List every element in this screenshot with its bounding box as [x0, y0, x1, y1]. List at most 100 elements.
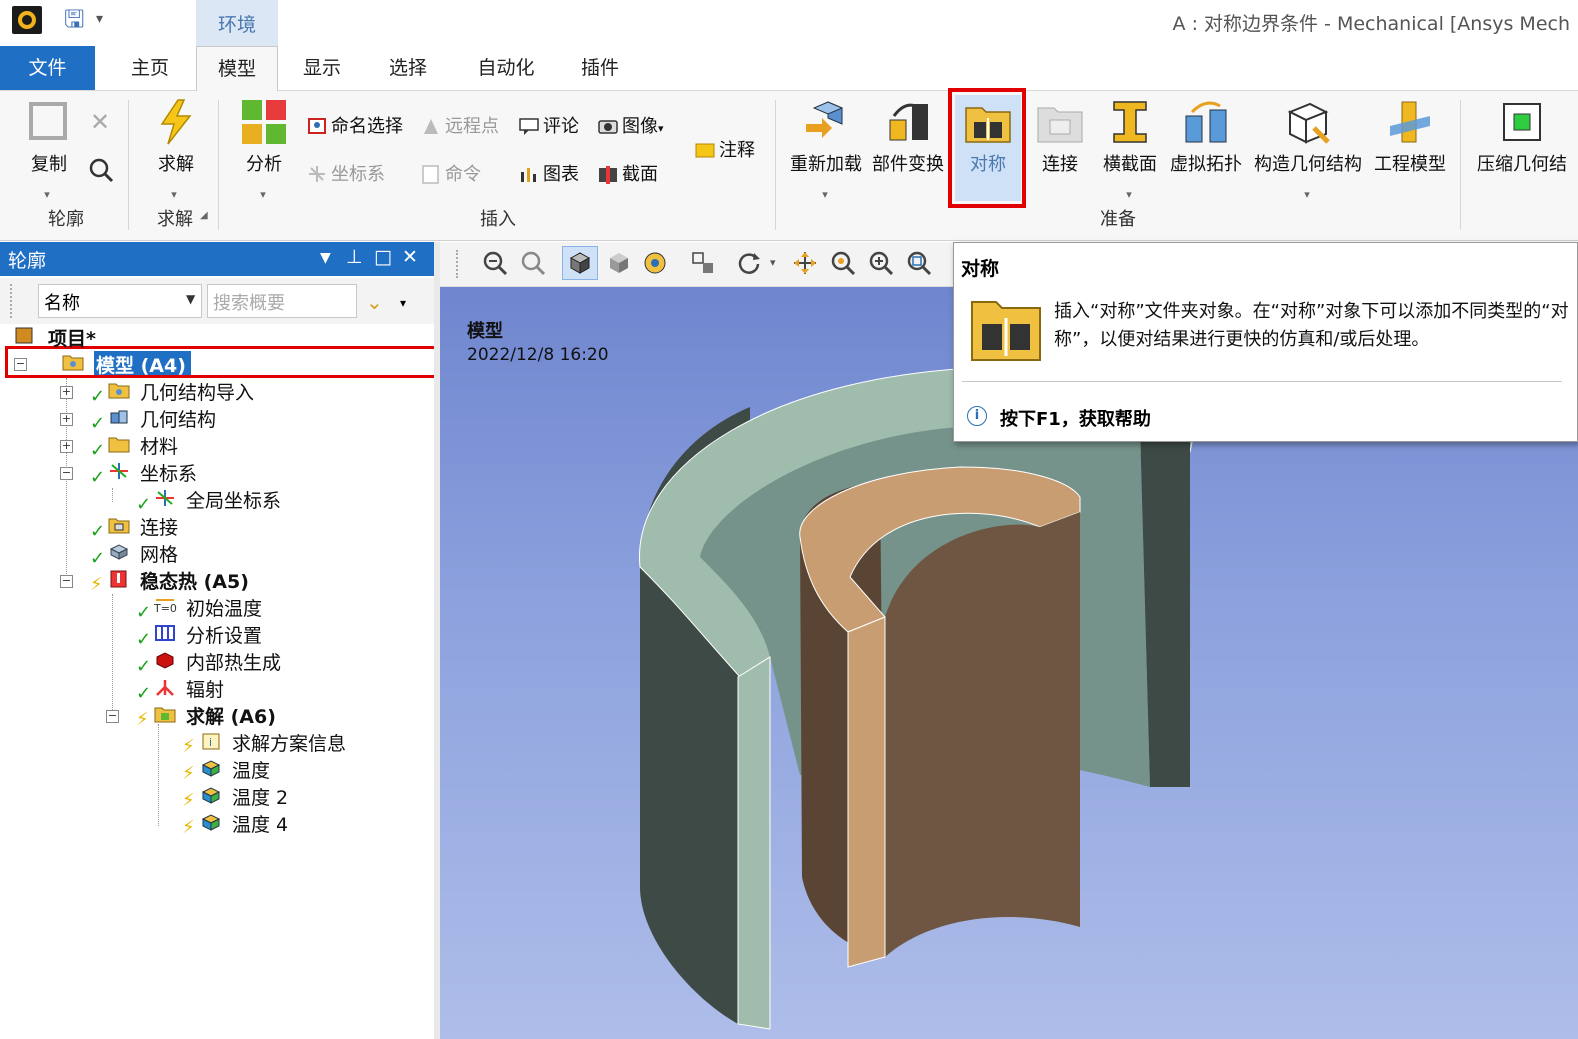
tree-node-model[interactable]: 模型 (A4): [96, 351, 186, 378]
pan-icon[interactable]: [792, 250, 818, 276]
rotate-icon[interactable]: [736, 250, 762, 276]
delete-icon[interactable]: ✕: [90, 108, 110, 136]
panel-menu-icon[interactable]: ▼: [320, 250, 331, 266]
collapse-toggle[interactable]: −: [60, 467, 73, 480]
tree-node-project[interactable]: 项目*: [48, 324, 96, 351]
tree-node-radiation[interactable]: 辐射: [186, 675, 224, 702]
annotation-button[interactable]: 注释: [694, 136, 755, 162]
tree-node-solution-information[interactable]: 求解方案信息: [232, 729, 346, 756]
image-dropdown-icon[interactable]: ▾: [658, 122, 664, 135]
condense-geometry-button[interactable]: 压缩几何结: [1472, 98, 1572, 176]
collapse-toggle[interactable]: −: [60, 575, 73, 588]
reload-button[interactable]: 重新加载: [788, 98, 864, 176]
reload-dropdown-icon[interactable]: ▾: [818, 188, 832, 201]
part-transform-icon: [884, 98, 932, 146]
part-transform-button[interactable]: 部件变换: [870, 98, 946, 176]
save-icon[interactable]: 🖫: [64, 6, 92, 32]
pin-icon[interactable]: ⊥: [346, 246, 363, 268]
solve-button[interactable]: 求解: [148, 98, 204, 176]
copy-button[interactable]: 复制: [20, 98, 78, 176]
close-icon[interactable]: ✕: [402, 246, 418, 268]
tree-node-solution[interactable]: 求解 (A6): [186, 702, 276, 729]
tab-selection[interactable]: 选择: [368, 46, 448, 90]
tree-line: [112, 594, 113, 718]
check-icon: ✓: [90, 467, 106, 488]
cross-section-button[interactable]: 横截面: [1098, 98, 1162, 176]
tree-node-connections[interactable]: 连接: [140, 513, 178, 540]
tree-node-internal-heat-generation[interactable]: 内部热生成: [186, 648, 281, 675]
toolbar-grip[interactable]: [456, 250, 466, 278]
expand-toggle[interactable]: +: [60, 440, 73, 453]
connection-folder-icon: [1036, 98, 1084, 146]
tab-automation[interactable]: 自动化: [460, 46, 552, 90]
tree-node-global-coordinate[interactable]: 全局坐标系: [186, 486, 281, 513]
tree-node-steady-state-thermal[interactable]: 稳态热 (A5): [140, 567, 249, 594]
construction-geometry-icon: [1284, 98, 1332, 146]
virtual-topology-button[interactable]: 虚拟拓扑: [1166, 98, 1246, 176]
tree-node-geometry-import[interactable]: 几何结构导入: [140, 378, 254, 405]
search-icon[interactable]: [88, 157, 114, 188]
coordinate-system-button[interactable]: 坐标系: [306, 160, 385, 186]
select-box-icon[interactable]: [690, 250, 716, 276]
collapse-toggle[interactable]: −: [14, 358, 27, 371]
image-button[interactable]: 图像▾: [597, 112, 664, 138]
copy-icon: [25, 98, 73, 146]
analysis-button[interactable]: 分析: [236, 98, 292, 176]
analysis-icon: [240, 98, 288, 146]
tree-node-temperature[interactable]: 温度: [232, 756, 270, 783]
filter-dropdown-icon[interactable]: ▾: [400, 296, 406, 310]
tab-display[interactable]: 显示: [282, 46, 362, 90]
section-button[interactable]: 截面: [597, 160, 658, 186]
solid-cube-icon[interactable]: [606, 250, 632, 276]
rotate-dropdown-icon[interactable]: ▾: [770, 256, 776, 269]
tree-node-geometry[interactable]: 几何结构: [140, 405, 216, 432]
expand-toggle[interactable]: +: [60, 413, 73, 426]
tree-node-materials[interactable]: 材料: [140, 432, 178, 459]
zoom-icon[interactable]: [830, 250, 856, 276]
zoom-to-fit-icon[interactable]: [906, 250, 932, 276]
tab-model[interactable]: 模型: [196, 46, 278, 92]
ansys-logo-icon[interactable]: [12, 6, 42, 34]
mesh-icon: [108, 543, 129, 561]
tree-node-initial-temperature[interactable]: 初始温度: [186, 594, 262, 621]
tab-home[interactable]: 主页: [110, 46, 190, 90]
construction-geometry-button[interactable]: 构造几何结构: [1252, 98, 1364, 176]
command-button[interactable]: 命令: [420, 160, 481, 186]
collapse-toggle[interactable]: −: [106, 710, 119, 723]
zoom-in-icon[interactable]: [482, 250, 508, 276]
tree-node-analysis-settings[interactable]: 分析设置: [186, 621, 262, 648]
box-zoom-icon[interactable]: [868, 250, 894, 276]
expand-toggle[interactable]: +: [60, 386, 73, 399]
analysis-dropdown-icon[interactable]: ▾: [256, 188, 270, 201]
comment-button[interactable]: 评论: [518, 112, 579, 138]
maximize-icon[interactable]: □: [374, 246, 392, 268]
chevron-down-icon: ▼: [186, 292, 196, 306]
connection-button[interactable]: 连接: [1032, 98, 1088, 176]
remote-point-button[interactable]: 远程点: [420, 112, 499, 138]
temperature-result-icon: [200, 813, 221, 831]
tree-node-mesh[interactable]: 网格: [140, 540, 178, 567]
chart-button[interactable]: 图表: [518, 160, 579, 186]
cross-section-dropdown-icon[interactable]: ▾: [1122, 188, 1136, 201]
zoom-out-icon[interactable]: [520, 250, 546, 276]
dialog-launcher-icon[interactable]: ◢: [200, 210, 208, 221]
named-selection-button[interactable]: 命名选择: [306, 112, 403, 138]
tree-node-temperature-4[interactable]: 温度 4: [232, 810, 288, 837]
group-label-outline: 轮廓: [48, 209, 84, 230]
global-coordinate-icon: [154, 489, 174, 507]
tree-node-coordinate-systems[interactable]: 坐标系: [140, 459, 197, 486]
check-icon: ✓: [136, 629, 152, 650]
coordinate-system-icon: [108, 462, 128, 480]
solve-dropdown-icon[interactable]: ▾: [167, 188, 181, 201]
toolbar-grip[interactable]: [10, 284, 28, 318]
tab-plugins[interactable]: 插件: [560, 46, 640, 90]
check-icon: ✓: [90, 413, 106, 434]
expand-filter-icon[interactable]: ⌄: [366, 290, 383, 314]
copy-dropdown-icon[interactable]: ▾: [40, 188, 54, 201]
tree-node-temperature-2[interactable]: 温度 2: [232, 783, 288, 810]
tab-file[interactable]: 文件: [0, 46, 95, 90]
quick-access-dropdown-icon[interactable]: ▾: [96, 6, 114, 32]
construction-geometry-dropdown-icon[interactable]: ▾: [1300, 188, 1314, 201]
wireframe-icon[interactable]: [642, 250, 668, 276]
engineering-model-button[interactable]: 工程模型: [1370, 98, 1450, 176]
